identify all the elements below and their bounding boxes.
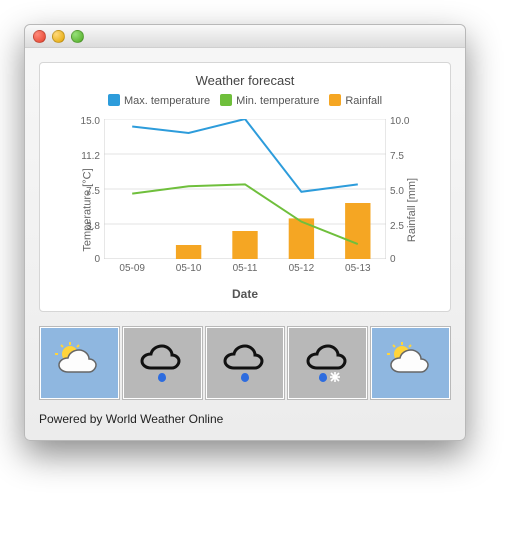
- minimize-icon[interactable]: [52, 30, 65, 43]
- y-axis-right-ticks: 0 2.5 5.0 7.5 10.0: [386, 119, 410, 259]
- legend-swatch-rain: [329, 94, 341, 106]
- tick: 15.0: [76, 116, 100, 127]
- tick: 05-09: [119, 263, 145, 274]
- tick: 0: [390, 254, 396, 265]
- tick: 10.0: [390, 116, 409, 127]
- rain-cloud-icon: [218, 340, 272, 386]
- tick: 0: [76, 254, 100, 265]
- rain-cloud-icon: [135, 340, 189, 386]
- tick: 05-13: [345, 263, 371, 274]
- zoom-icon[interactable]: [71, 30, 84, 43]
- legend-swatch-max: [108, 94, 120, 106]
- legend-label: Rainfall: [345, 95, 382, 107]
- legend-item-max: Max. temperature: [108, 94, 210, 107]
- chart-title: Weather forecast: [50, 73, 440, 88]
- forecast-day-0: [39, 326, 120, 400]
- sleet-cloud-icon: [301, 340, 355, 386]
- app-window: Weather forecast Max. temperature Min. t…: [24, 24, 466, 441]
- tick: 5.0: [390, 186, 404, 197]
- forecast-day-1: [122, 326, 203, 400]
- forecast-day-3: [287, 326, 368, 400]
- tick: 05-11: [233, 263, 258, 274]
- tick: 7.5: [76, 186, 100, 197]
- plot-surface: [104, 119, 386, 259]
- chart-area: Temperature [°C] Rainfall [mm] 0 3.8 7.5…: [50, 115, 440, 305]
- weather-chart-card: Weather forecast Max. temperature Min. t…: [39, 62, 451, 312]
- legend-item-rain: Rainfall: [329, 94, 382, 107]
- x-axis-ticks: 05-09 05-10 05-11 05-12 05-13: [104, 263, 386, 277]
- sun-cloud-icon: [52, 342, 106, 384]
- tick: 11.2: [76, 151, 100, 162]
- forecast-icon-strip: [39, 326, 451, 400]
- y-axis-left-ticks: 0 3.8 7.5 11.2 15.0: [80, 119, 104, 259]
- legend-label: Max. temperature: [124, 95, 210, 107]
- forecast-day-2: [205, 326, 286, 400]
- tick: 3.8: [76, 221, 100, 232]
- forecast-day-4: [370, 326, 451, 400]
- tick: 2.5: [390, 221, 404, 232]
- window-content: Weather forecast Max. temperature Min. t…: [25, 48, 465, 440]
- close-icon[interactable]: [33, 30, 46, 43]
- sun-cloud-icon: [384, 342, 438, 384]
- x-axis-label: Date: [50, 287, 440, 301]
- attribution-text: Powered by World Weather Online: [39, 412, 451, 426]
- titlebar[interactable]: [25, 25, 465, 48]
- tick: 05-10: [176, 263, 202, 274]
- legend-item-min: Min. temperature: [220, 94, 319, 107]
- tick: 05-12: [289, 263, 315, 274]
- legend-label: Min. temperature: [236, 95, 319, 107]
- legend-swatch-min: [220, 94, 232, 106]
- tick: 7.5: [390, 151, 404, 162]
- chart-legend: Max. temperature Min. temperature Rainfa…: [50, 94, 440, 107]
